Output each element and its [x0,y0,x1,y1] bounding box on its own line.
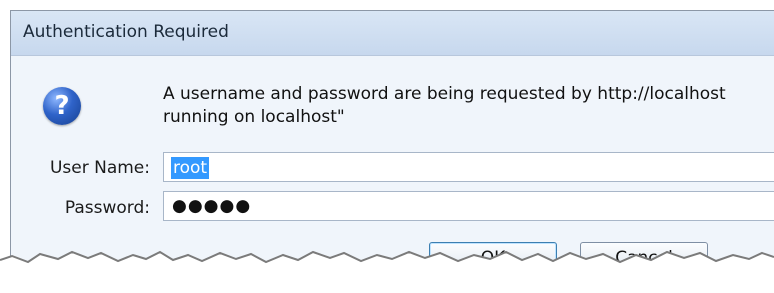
title-bar[interactable]: Authentication Required [11,11,774,56]
auth-message: A username and password are being reques… [163,83,774,129]
password-label: Password: [64,198,150,218]
username-field[interactable]: root [163,152,774,182]
auth-message-line-1: A username and password are being reques… [163,84,726,104]
password-mask: ●●●●● [172,196,252,216]
password-field[interactable]: ●●●●● [163,191,774,221]
torn-edge-decoration [0,250,774,293]
username-label: User Name: [49,158,150,178]
dialog-title: Authentication Required [23,22,229,42]
question-icon: ? [43,87,81,125]
username-selected-text: root [171,157,210,179]
auth-message-line-2: running on localhost" [163,107,345,127]
